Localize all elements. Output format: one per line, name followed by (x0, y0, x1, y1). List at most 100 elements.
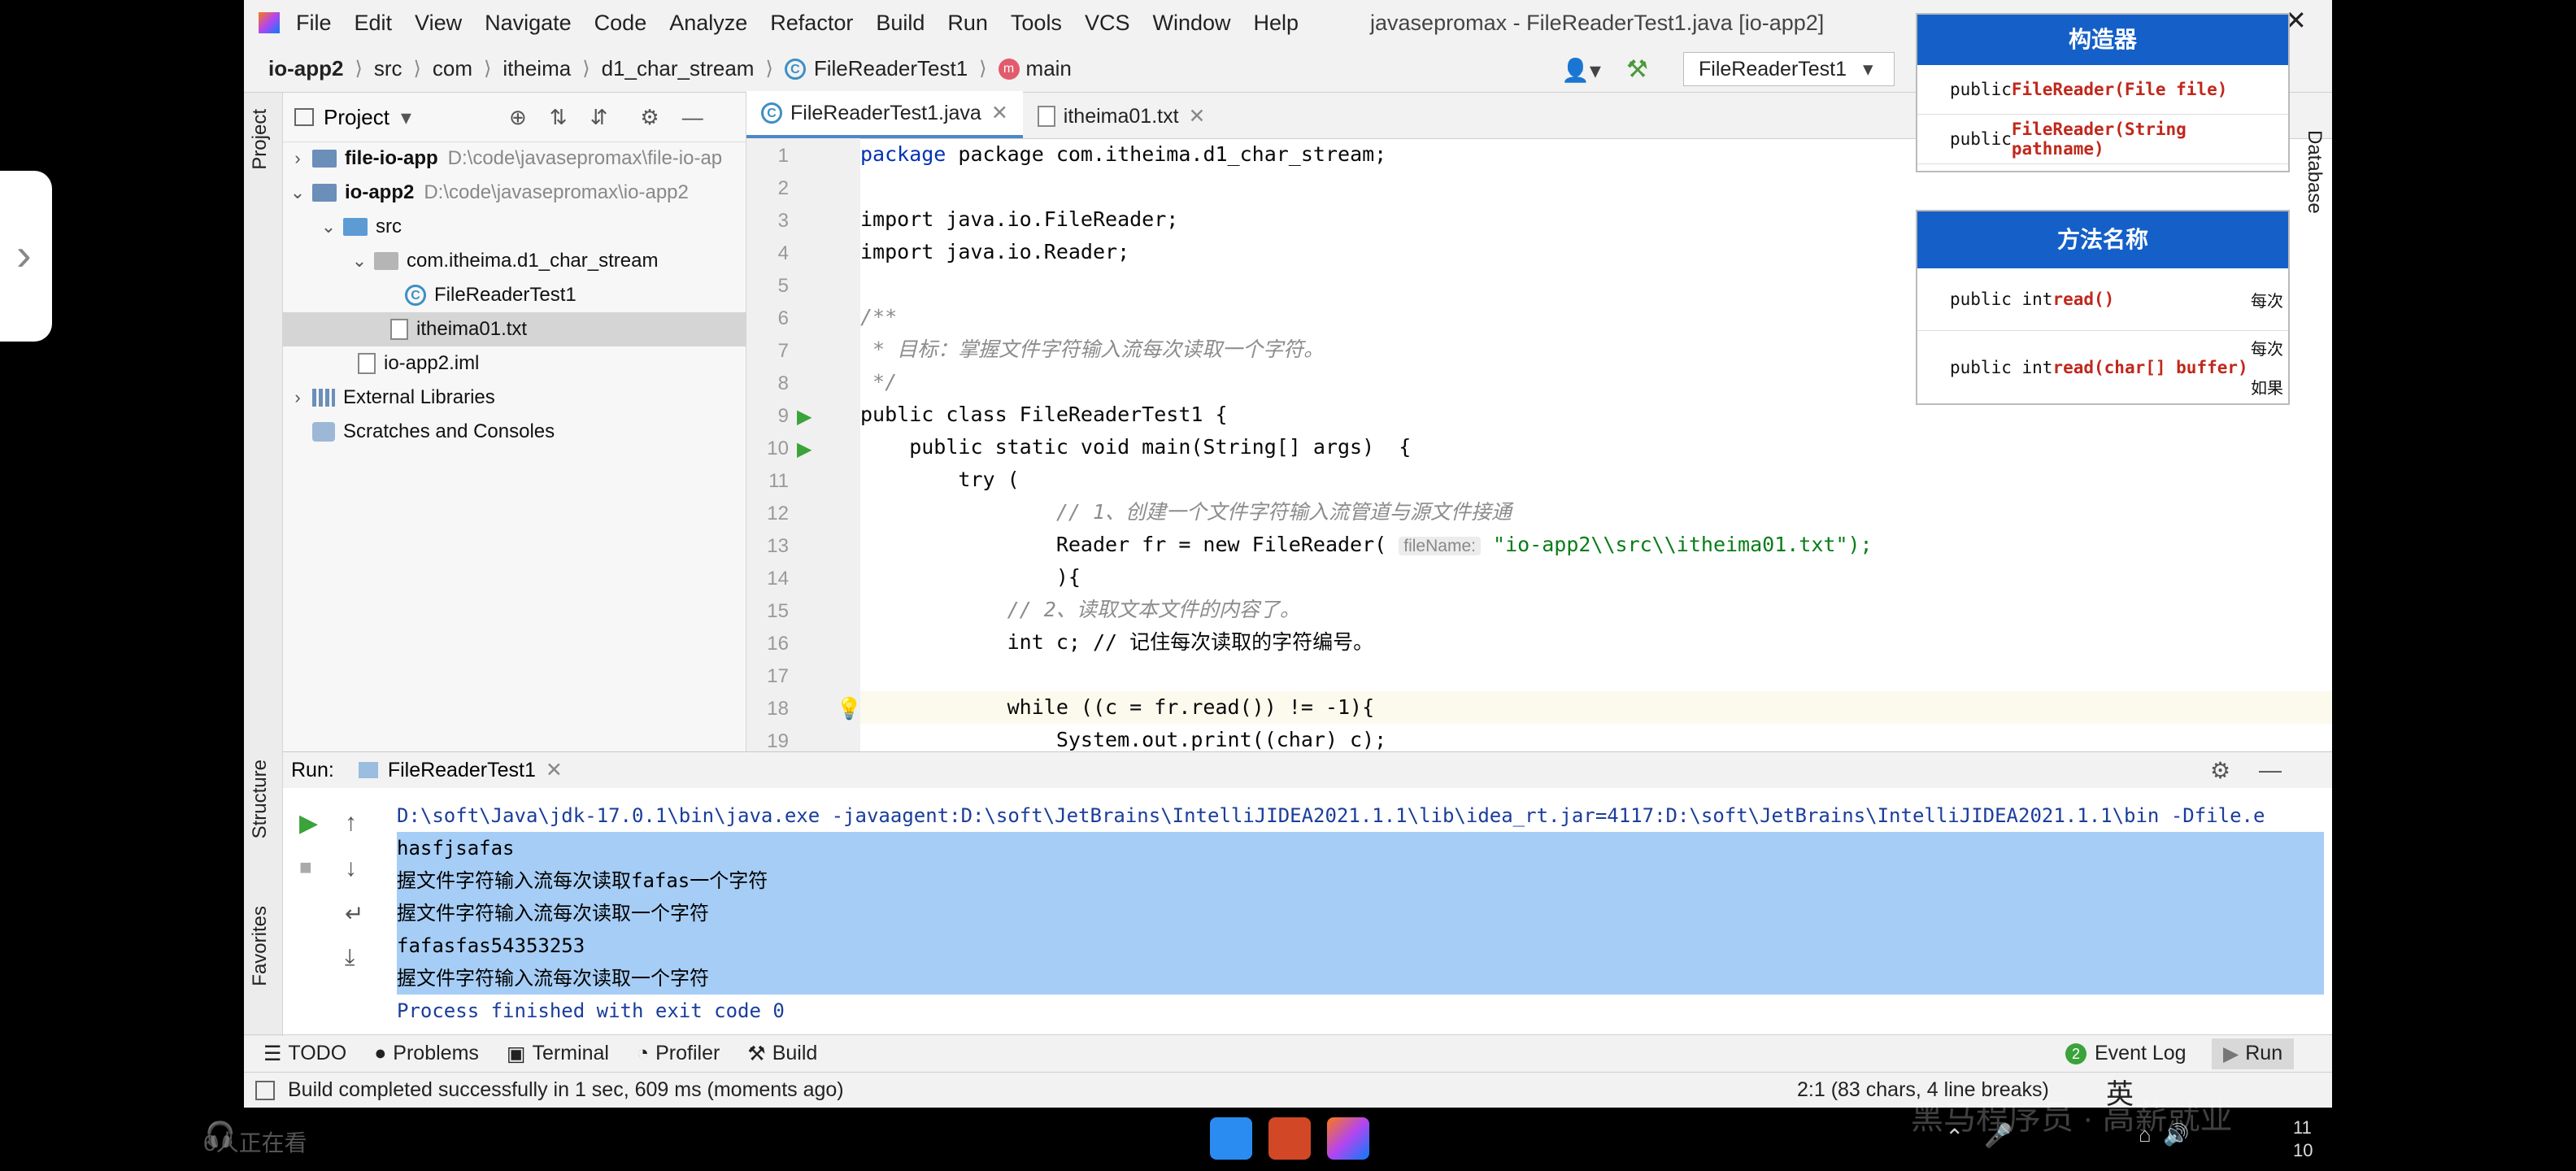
menu-tools[interactable]: Tools (1011, 11, 1062, 36)
up-arrow-icon[interactable]: ↑ (345, 809, 357, 837)
chevron-down-icon[interactable]: ⌄ (345, 250, 374, 272)
minimize-icon[interactable]: — (2259, 757, 2282, 783)
menu-view[interactable]: View (415, 11, 462, 36)
run-config-select[interactable]: FileReaderTest1 ▾ (1683, 52, 1895, 86)
stop-icon[interactable]: ■ (299, 855, 312, 880)
iml-file-icon (358, 353, 376, 374)
chevron-up-icon[interactable]: ⌃ (1945, 1124, 1964, 1151)
status-toggle-icon[interactable] (255, 1080, 275, 1100)
ime-indicator[interactable]: 英 (2106, 1072, 2134, 1112)
menu-code[interactable]: Code (594, 11, 647, 36)
close-icon[interactable]: ✕ (1189, 104, 1206, 128)
breadcrumb-method[interactable]: main (1026, 56, 1072, 81)
method-row: public int read() 每次 (1917, 268, 2288, 331)
chevron-right-icon[interactable]: › (283, 148, 312, 169)
tab-database[interactable]: Database (2303, 130, 2326, 214)
tree-item-scratches[interactable]: Scratches and Consoles (283, 415, 776, 449)
run-gutter-icon[interactable]: ▶ (797, 405, 812, 429)
user-icon[interactable]: 👤▾ (1561, 57, 1601, 84)
menu-vcs[interactable]: VCS (1085, 11, 1130, 36)
tree-item-io-app2[interactable]: ⌄ io-app2 D:\code\javasepromax\io-app2 (283, 176, 746, 210)
tab-problems[interactable]: ● Problems (374, 1042, 479, 1065)
tree-item-file-io-app[interactable]: › file-io-app D:\code\javasepromax\file-… (283, 141, 746, 176)
breadcrumb-src[interactable]: src (374, 56, 402, 81)
project-panel-title[interactable]: Project (324, 105, 389, 130)
run-tab[interactable]: FileReaderTest1 (388, 759, 536, 782)
tab-structure[interactable]: Structure (249, 760, 272, 838)
locate-icon[interactable]: ⊕ (509, 105, 527, 130)
menu-edit[interactable]: Edit (355, 11, 393, 36)
soft-wrap-icon[interactable]: ↵ (345, 900, 363, 927)
scroll-end-icon[interactable]: ⤓ (345, 944, 355, 971)
rerun-icon[interactable]: ▶ (299, 809, 318, 838)
breadcrumb-com[interactable]: com (433, 56, 472, 81)
scratches-icon (312, 422, 335, 442)
close-icon[interactable]: ✕ (546, 758, 563, 782)
run-gutter-icon[interactable]: ▶ (797, 437, 812, 461)
tree-item-label: file-io-app (345, 147, 438, 169)
tree-item-label: io-app2.iml (384, 352, 480, 374)
tab-project[interactable]: Project (249, 109, 272, 170)
down-arrow-icon[interactable]: ↓ (345, 855, 357, 882)
tab-event-log[interactable]: 2 Event Log (2065, 1042, 2187, 1065)
run-icon: ▶ (2223, 1042, 2239, 1065)
menu-refactor[interactable]: Refactor (770, 11, 853, 36)
line-number: 7 (777, 340, 789, 362)
chevron-down-icon[interactable]: ▾ (401, 105, 411, 130)
tab-favorites[interactable]: Favorites (249, 906, 272, 986)
collapse-all-icon[interactable]: ⇵ (590, 105, 608, 130)
chevron-down-icon[interactable]: ⌄ (314, 216, 343, 237)
menu-build[interactable]: Build (876, 11, 925, 36)
close-icon[interactable]: ✕ (991, 101, 1008, 125)
intellij-logo-icon (259, 12, 280, 33)
windows-start-icon[interactable] (1210, 1117, 1252, 1160)
network-icon[interactable]: ⌂ (2139, 1122, 2152, 1147)
breadcrumb-package[interactable]: d1_char_stream (602, 56, 755, 81)
side-expand-handle[interactable]: › (0, 171, 52, 342)
tab-filereadertest1[interactable]: C FileReaderTest1.java ✕ (746, 91, 1023, 138)
constructor-name: FileReader(String pathname) (2011, 120, 2187, 159)
tab-itheima01-txt[interactable]: itheima01.txt ✕ (1023, 94, 1221, 138)
gear-icon[interactable]: ⚙ (640, 105, 659, 130)
tree-item-package[interactable]: ⌄ com.itheima.d1_char_stream (283, 244, 808, 278)
minimize-icon[interactable]: — (682, 105, 703, 130)
intellij-icon[interactable] (1327, 1117, 1369, 1160)
menu-help[interactable]: Help (1254, 11, 1299, 36)
menu-window[interactable]: Window (1152, 11, 1230, 36)
chevron-right-icon[interactable]: › (283, 387, 312, 408)
powerpoint-icon[interactable] (1268, 1117, 1311, 1160)
console-output-line: 握文件字符输入流每次读取fafas一个字符 (397, 869, 768, 892)
tab-build[interactable]: ⚒ Build (747, 1042, 817, 1066)
clock-time[interactable]: 11 (2293, 1117, 2312, 1138)
chevron-down-icon[interactable]: ⌄ (283, 182, 312, 203)
menu-navigate[interactable]: Navigate (485, 11, 572, 36)
volume-icon[interactable]: 🔊 (2163, 1122, 2189, 1147)
tree-item-external-libraries[interactable]: › External Libraries (283, 381, 746, 415)
breadcrumb-io-app2[interactable]: io-app2 (268, 56, 343, 81)
microphone-icon[interactable]: 🎤 (1984, 1122, 2012, 1149)
code-string: "io-app2\\src\\itheima01.txt"); (1480, 533, 1873, 556)
class-icon: C (784, 58, 806, 80)
hammer-build-icon[interactable]: ⚒ (1626, 55, 1648, 84)
menu-file[interactable]: File (296, 11, 332, 36)
modifier: public (1950, 129, 2012, 149)
code-line-13: Reader fr = new FileReader( fileName: "i… (860, 529, 1873, 561)
tree-item-iml[interactable]: io-app2.iml (283, 346, 821, 381)
tab-run[interactable]: ▶ Run (2212, 1038, 2295, 1069)
menu-run[interactable]: Run (947, 11, 988, 36)
menu-analyze[interactable]: Analyze (669, 11, 747, 36)
gear-icon[interactable]: ⚙ (2210, 757, 2230, 784)
breadcrumb-itheima[interactable]: itheima (503, 56, 571, 81)
tab-profiler[interactable]: ◔ Profiler (637, 1042, 720, 1065)
tab-todo[interactable]: ☰ TODO (263, 1042, 346, 1066)
line-number: 18 (767, 698, 789, 720)
constructor-reference-panel: 构造器 public FileReader(File file) public … (1916, 13, 2290, 172)
tab-terminal[interactable]: ▣ Terminal (507, 1042, 609, 1066)
clock-date[interactable]: 10 (2293, 1140, 2313, 1161)
lightbulb-icon[interactable]: 💡 (836, 696, 862, 721)
expand-all-icon[interactable]: ⇅ (550, 105, 568, 130)
tree-item-src[interactable]: ⌄ src (283, 210, 777, 244)
tab-label: Terminal (532, 1042, 609, 1064)
line-number: 6 (777, 307, 789, 329)
breadcrumb-class[interactable]: FileReaderTest1 (814, 56, 968, 81)
